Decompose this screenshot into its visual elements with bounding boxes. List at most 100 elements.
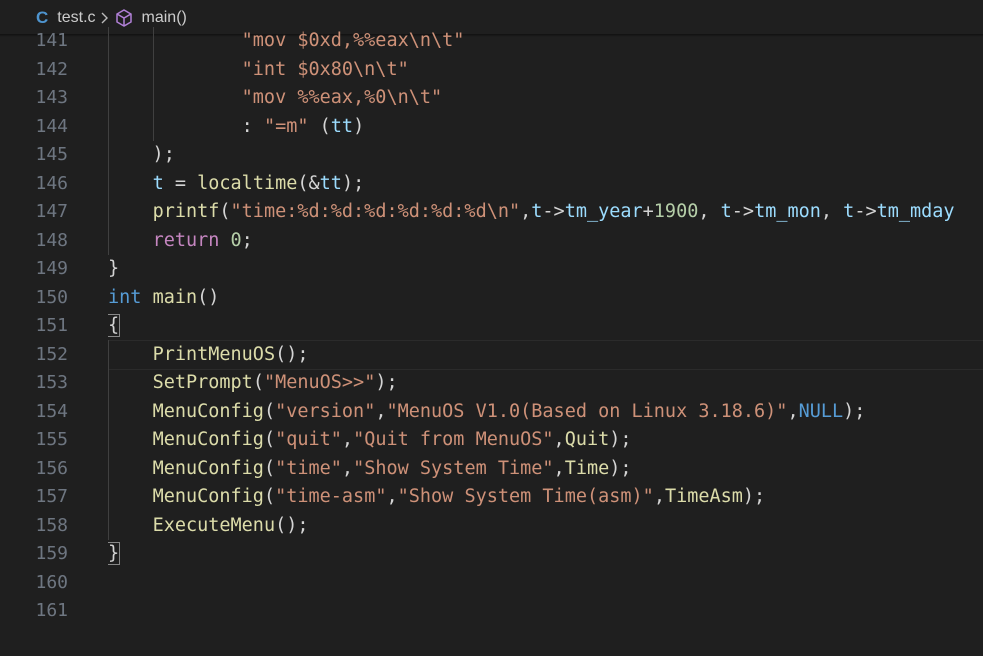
line-number: 149: [35, 258, 68, 279]
code-token: tm_year: [564, 201, 643, 222]
code-token: t: [843, 201, 855, 222]
code-token: 0: [230, 229, 242, 251]
code-line[interactable]: }: [108, 540, 983, 569]
line-number: 142: [35, 58, 68, 80]
code-token: t: [152, 172, 164, 194]
code-token: tt: [330, 115, 354, 137]
code-token: (): [197, 286, 220, 308]
code-token: =: [163, 172, 198, 194]
code-token: ->: [731, 201, 755, 222]
code-line[interactable]: MenuConfig("time-asm","Show System Time(…: [108, 483, 983, 512]
code-line[interactable]: {: [108, 312, 983, 341]
bracket-match: {: [108, 314, 121, 337]
line-number: 148: [35, 229, 68, 251]
code-token: NULL: [798, 400, 844, 422]
line-number: 155: [35, 429, 68, 450]
code-token: ,: [553, 429, 565, 450]
code-token: t: [720, 201, 732, 222]
code-token: tt: [319, 172, 342, 194]
line-number: 141: [35, 30, 68, 51]
code-token: MenuConfig: [152, 400, 264, 422]
code-token: Quit: [564, 429, 610, 450]
line-number: 146: [35, 172, 68, 194]
code-editor[interactable]: "mov $0xd,%%eax\n\t" "int $0x80\n\t" "mo…: [108, 27, 983, 626]
code-line[interactable]: return 0;: [108, 227, 983, 256]
code-token: printf: [152, 201, 220, 222]
code-token: (: [263, 457, 276, 479]
code-line[interactable]: MenuConfig("quit","Quit from MenuOS",Qui…: [108, 426, 983, 455]
code-line[interactable]: }: [108, 255, 983, 284]
code-line[interactable]: [108, 597, 983, 626]
code-token: ,: [820, 201, 844, 222]
code-token: "Show System Time": [353, 457, 554, 479]
code-token: ,: [553, 457, 565, 479]
code-token: "time:%d:%d:%d:%d:%d:%d\n": [230, 201, 521, 222]
code-token: );: [341, 172, 365, 194]
line-number: 151: [35, 315, 68, 336]
code-line[interactable]: ExecuteMenu();: [108, 512, 983, 541]
bracket-match: }: [108, 542, 121, 565]
code-token: +: [642, 201, 654, 222]
code-token: ): [353, 115, 365, 137]
code-line[interactable]: "mov %%eax,%0\n\t": [108, 84, 983, 113]
code-line[interactable]: );: [108, 141, 983, 170]
code-line[interactable]: "mov $0xd,%%eax\n\t": [108, 27, 983, 56]
code-token: localtime: [197, 172, 298, 194]
breadcrumb-symbol[interactable]: main(): [142, 9, 187, 27]
code-token: "quit": [275, 429, 342, 450]
code-token: int: [108, 286, 142, 308]
code-line[interactable]: printf("time:%d:%d:%d:%d:%d:%d\n",t->tm_…: [108, 198, 983, 227]
code-token: tm_mday: [876, 201, 955, 222]
line-number: 159: [35, 543, 68, 564]
code-token: (: [263, 400, 276, 422]
code-token: "mov %%eax,%0\n\t": [108, 87, 443, 108]
code-token: "MenuOS V1.0(Based on Linux 3.18.6)": [386, 400, 788, 422]
code-token: t: [531, 201, 543, 222]
code-token: return: [152, 229, 220, 251]
code-token: (: [219, 201, 231, 222]
code-line[interactable]: SetPrompt("MenuOS>>");: [108, 369, 983, 398]
code-line[interactable]: MenuConfig("time","Show System Time",Tim…: [108, 455, 983, 484]
code-line[interactable]: MenuConfig("version","MenuOS V1.0(Based …: [108, 398, 983, 427]
code-token: MenuConfig: [152, 429, 264, 450]
code-token: "MenuOS>>": [263, 372, 376, 393]
code-line[interactable]: PrintMenuOS();: [108, 339, 983, 370]
code-token: }: [108, 258, 120, 279]
breadcrumb-file[interactable]: test.c: [57, 9, 95, 27]
code-token: ,: [653, 486, 665, 507]
code-token: ExecuteMenu: [152, 514, 276, 536]
code-token: ,: [698, 201, 721, 222]
code-token: :: [108, 115, 264, 137]
code-token: (: [252, 372, 264, 393]
line-number: 160: [35, 571, 68, 593]
code-token: ,: [386, 486, 398, 507]
code-token: ->: [542, 201, 565, 222]
indent-guide-outer: [108, 27, 109, 255]
code-line[interactable]: t = localtime(&tt);: [108, 170, 983, 199]
line-number: 144: [35, 115, 68, 137]
code-line[interactable]: "int $0x80\n\t": [108, 56, 983, 85]
line-number-gutter: 141 142 143 144 145 146 147 148 149 150 151 152 153 1…: [0, 27, 80, 626]
code-token: "=m": [263, 115, 309, 137]
code-line[interactable]: [108, 569, 983, 598]
code-token: Time: [564, 457, 610, 479]
code-token: ();: [275, 514, 309, 536]
code-token: ;: [241, 229, 253, 251]
code-token: ,: [375, 400, 387, 422]
code-line[interactable]: int main(): [108, 284, 983, 313]
code-token: (: [263, 429, 276, 450]
code-token: "time-asm": [275, 486, 387, 507]
code-token: ();: [275, 343, 309, 365]
line-number: 158: [35, 514, 68, 536]
symbol-method-icon: [114, 8, 134, 28]
code-line[interactable]: : "=m" (tt): [108, 113, 983, 142]
